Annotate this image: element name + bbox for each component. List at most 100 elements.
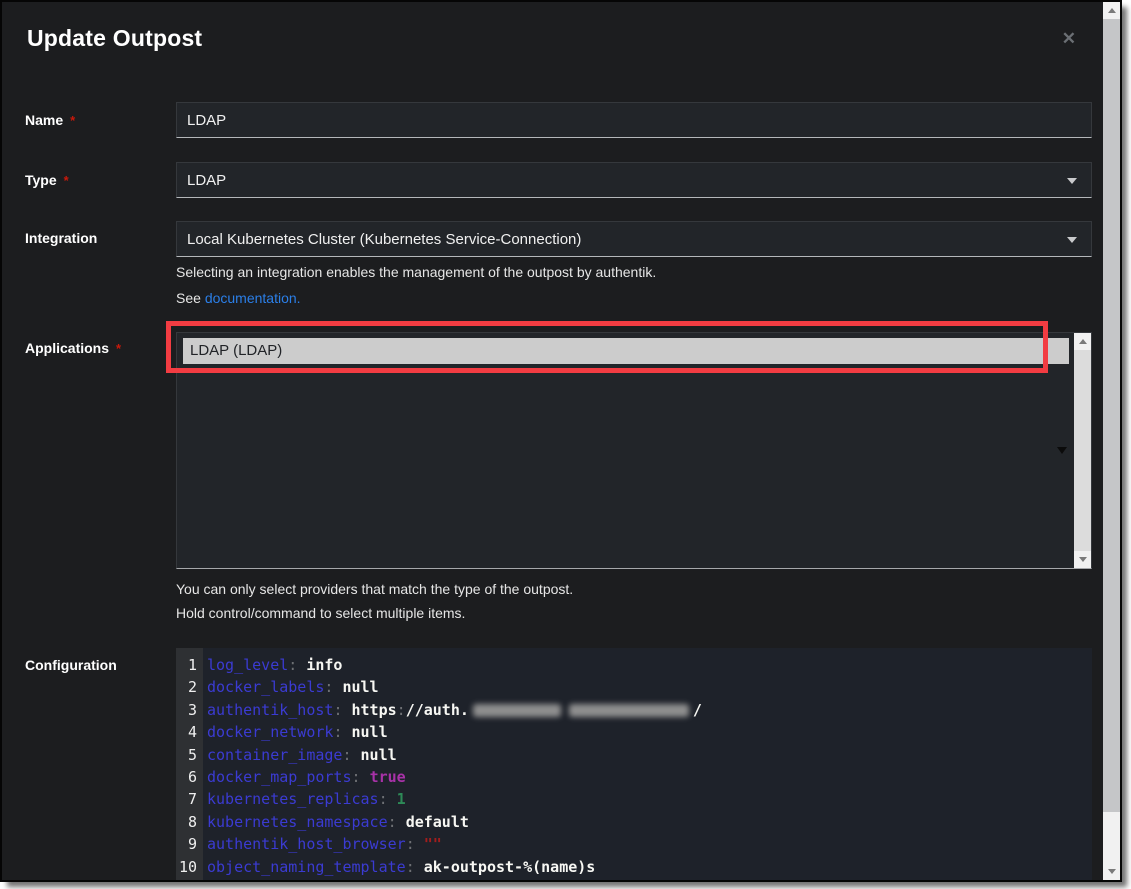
code-token-key: docker_map_ports [207,768,352,786]
line-number: 6 [176,766,203,788]
line-number: 2 [176,676,203,698]
type-select[interactable]: LDAP [176,162,1092,198]
line-number: 1 [176,654,203,676]
integration-doc-help: See documentation. [176,290,1092,306]
line-number: 3 [176,699,203,721]
code-line: 8kubernetes_namespace: default [176,811,1092,833]
code-token-num: 1 [397,790,406,808]
code-token-colon: : [288,656,306,674]
application-option-selected[interactable]: LDAP (LDAP) [183,338,1069,364]
code-line-content: log_level: info [203,654,342,676]
update-outpost-modal: Update Outpost ✕ Name * Type * LDAP Integr… [0,0,1122,882]
code-token-key: docker_labels [207,678,324,696]
scroll-down-icon[interactable] [1074,551,1091,568]
required-asterisk: * [70,113,75,128]
scroll-down-icon[interactable] [1103,863,1120,880]
line-number: 4 [176,721,203,743]
integration-row: Integration Local Kubernetes Cluster (Ku… [25,221,1092,306]
code-line: 6docker_map_ports: true [176,766,1092,788]
code-token-key: container_image [207,746,342,764]
applications-listbox[interactable]: LDAP (LDAP) [176,332,1092,569]
chevron-down-icon [1067,237,1077,243]
code-line: 2docker_labels: null [176,676,1092,698]
configuration-row: Configuration 1log_level: info2docker_la… [25,648,1092,882]
integration-help-text: Selecting an integration enables the man… [176,264,1092,280]
type-select-value: LDAP [187,172,226,189]
code-token-key: kubernetes_namespace [207,813,388,831]
code-token-key: docker_network [207,723,333,741]
code-line-content: docker_map_ports: true [203,766,406,788]
required-asterisk: * [64,173,69,188]
redacted-blur [569,704,689,717]
integration-field: Local Kubernetes Cluster (Kubernetes Ser… [176,221,1092,306]
listbox-scrollbar[interactable] [1074,333,1091,568]
name-input[interactable] [176,102,1092,138]
type-row: Type * LDAP [25,162,1092,198]
window-scrollbar[interactable] [1103,2,1120,880]
code-line-content: docker_labels: null [203,676,379,698]
code-line-content: kubernetes_replicas: 1 [203,788,406,810]
code-token-val: ak-outpost-%(name)s [424,858,596,876]
code-token-val: null [342,678,378,696]
scroll-up-icon[interactable] [1074,333,1091,350]
code-token-colon: : [342,746,360,764]
close-icon[interactable]: ✕ [1062,30,1076,47]
line-number: 9 [176,833,203,855]
code-token-str: "" [424,835,442,853]
code-line-content: object_naming_template: ak-outpost-%(nam… [203,856,595,878]
code-token-val: https [352,701,397,719]
code-token-colon: : [352,768,370,786]
scroll-up-icon[interactable] [1103,2,1120,19]
line-number: 10 [176,856,203,878]
integration-select[interactable]: Local Kubernetes Cluster (Kubernetes Ser… [176,221,1092,257]
configuration-label: Configuration [25,648,176,882]
redacted-blur [473,704,561,717]
see-prefix: See [176,290,205,306]
code-line-content: docker_network: null [203,721,388,743]
code-line: 3authentik_host: https://auth./ [176,699,1092,721]
code-token-colon: : [333,701,351,719]
code-token-colon: : [388,813,406,831]
code-token-key: object_naming_template [207,858,406,876]
code-token-colon: : [406,835,424,853]
code-line: 4docker_network: null [176,721,1092,743]
code-token-colon: : [379,790,397,808]
code-token-val: info [306,656,342,674]
code-line-content: kubernetes_namespace: default [203,811,469,833]
code-token-val: default [406,813,469,831]
code-token-key: authentik_host_browser [207,835,406,853]
code-token-colon: : [324,678,342,696]
integration-select-value: Local Kubernetes Cluster (Kubernetes Ser… [187,231,581,248]
code-token-val: null [352,723,388,741]
outpost-form: Name * Type * LDAP Integration Local Kuber… [2,102,1120,882]
code-line: 9authentik_host_browser: "" [176,833,1092,855]
code-token-val: / [693,701,702,719]
type-label: Type * [25,172,176,188]
code-token-colon: : [397,701,406,719]
documentation-link[interactable]: documentation. [205,290,301,306]
code-line: 10object_naming_template: ak-outpost-%(n… [176,856,1092,878]
configuration-code-editor[interactable]: 1log_level: info2docker_labels: null3aut… [176,648,1092,882]
code-line-content: authentik_host_browser: "" [203,833,442,855]
applications-label-text: Applications [25,340,109,356]
code-line-content: authentik_host: https://auth./ [203,699,702,721]
applications-row: Applications* LDAP (LDAP) You c [25,332,1092,621]
select-caret-icon [1057,447,1067,454]
code-line-content: container_image: null [203,744,397,766]
applications-help-providers: You can only select providers that match… [176,581,1092,597]
modal-title: Update Outpost [27,25,1095,52]
line-number: 7 [176,788,203,810]
listbox-scrollbar-thumb[interactable] [1074,350,1091,551]
code-token-atom: true [370,768,406,786]
applications-field: LDAP (LDAP) You can only select provider… [176,332,1092,621]
window-scrollbar-thumb[interactable] [1103,19,1120,812]
name-label-text: Name [25,112,63,128]
code-token-key: log_level [207,656,288,674]
code-line: 7kubernetes_replicas: 1 [176,788,1092,810]
name-label: Name * [25,112,176,128]
integration-label: Integration [25,221,176,306]
type-label-text: Type [25,172,57,188]
applications-help-multiselect: Hold control/command to select multiple … [176,605,1092,621]
code-token-key: authentik_host [207,701,333,719]
required-asterisk: * [116,341,121,356]
